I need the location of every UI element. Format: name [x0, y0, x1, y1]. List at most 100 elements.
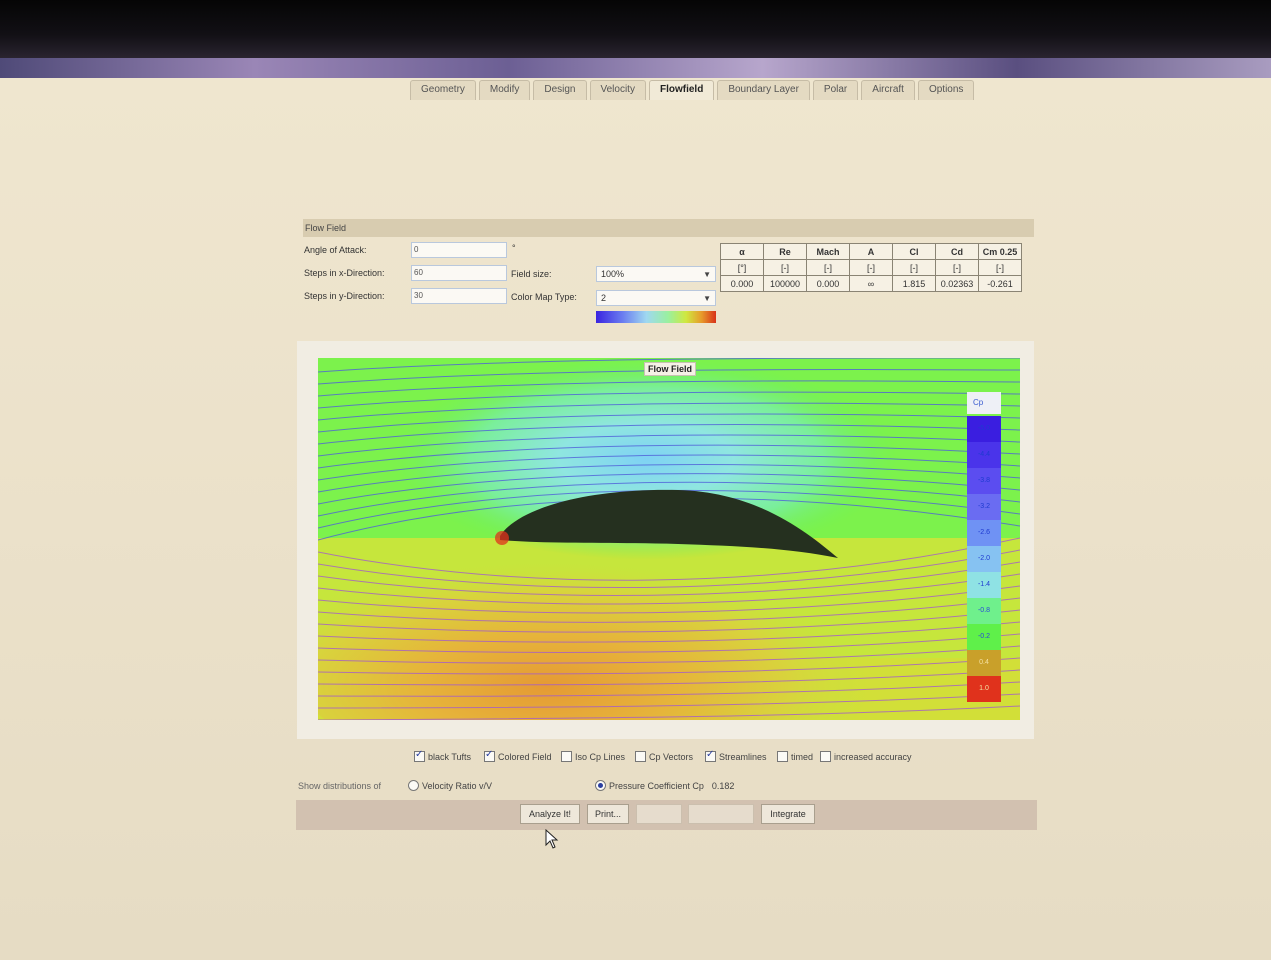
value-alpha: 0.000 — [720, 275, 764, 292]
colored-field-label: Colored Field — [498, 751, 552, 762]
velocity-ratio-radio[interactable] — [408, 780, 419, 791]
disabled-button — [636, 804, 682, 824]
color-map-preview — [596, 311, 716, 323]
analyze-button[interactable]: Analyze It! — [520, 804, 580, 824]
header-alpha: α — [720, 243, 764, 260]
velocity-ratio-option[interactable]: Velocity Ratio v/V — [408, 780, 492, 791]
desktop-wallpaper-strip — [0, 58, 1271, 78]
print-button[interactable]: Print... — [587, 804, 629, 824]
field-size-select[interactable]: 100% ▼ — [596, 266, 716, 282]
chevron-down-icon: ▼ — [703, 294, 711, 303]
value-mach: 0.000 — [806, 275, 850, 292]
value-cm: -0.261 — [978, 275, 1022, 292]
tab-bar: Geometry Modify Design Velocity Flowfiel… — [410, 80, 977, 100]
tab-flowfield[interactable]: Flowfield — [648, 80, 715, 100]
legend-cell: -3.8 — [967, 468, 1001, 494]
tab-design[interactable]: Design — [533, 80, 587, 100]
increased-accuracy-label: increased accuracy — [834, 751, 912, 762]
header-mach: Mach — [806, 243, 850, 260]
legend-cell: -3.2 — [967, 494, 1001, 520]
tab-boundary-layer[interactable]: Boundary Layer — [717, 80, 810, 100]
tab-aircraft[interactable]: Aircraft — [861, 80, 915, 100]
disabled-button — [688, 804, 754, 824]
black-tufts-checkbox[interactable] — [414, 749, 425, 762]
colored-field-checkbox[interactable] — [484, 749, 495, 762]
legend-cell: -2.6 — [967, 520, 1001, 546]
steps-x-label: Steps in x-Direction: — [304, 268, 385, 278]
stagnation-point — [495, 531, 509, 545]
colored-field-option[interactable]: Colored Field — [484, 749, 552, 762]
degree-unit: ° — [512, 243, 516, 253]
header-re: Re — [763, 243, 807, 260]
cp-vectors-label: Cp Vectors — [649, 751, 694, 762]
integrate-button[interactable]: Integrate — [761, 804, 815, 824]
timed-label: timed — [791, 751, 814, 762]
unit-mach: [-] — [806, 259, 850, 276]
timed-option[interactable]: timed — [777, 751, 813, 762]
cp-vectors-checkbox[interactable] — [635, 751, 646, 762]
steps-y-label: Steps in y-Direction: — [304, 291, 385, 301]
tab-modify[interactable]: Modify — [478, 80, 531, 100]
value-a: ∞ — [849, 275, 893, 292]
pressure-coefficient-value: 0.182 — [711, 780, 735, 791]
streamlines-option[interactable]: Streamlines — [705, 749, 767, 762]
legend-cell: -1.4 — [967, 572, 1001, 598]
steps-y-input[interactable]: 30 — [411, 288, 507, 304]
cp-vectors-option[interactable]: Cp Vectors — [635, 751, 693, 762]
legend-cell: 1.0 — [967, 676, 1001, 702]
angle-of-attack-input[interactable]: 0 — [411, 242, 507, 258]
monitor-bezel — [0, 0, 1271, 58]
distributions-label: Show distributions of — [298, 781, 382, 791]
pressure-coefficient-radio[interactable] — [595, 780, 606, 791]
results-units-row: [°] [-] [-] [-] [-] [-] [-] — [720, 259, 1022, 276]
black-tufts-label: black Tufts — [428, 751, 472, 762]
header-cl: Cl — [892, 243, 936, 260]
legend-cell: -2.0 — [967, 546, 1001, 572]
chevron-down-icon: ▼ — [703, 270, 711, 279]
iso-cp-lines-label: Iso Cp Lines — [575, 751, 626, 762]
unit-cl: [-] — [892, 259, 936, 276]
steps-x-input[interactable]: 60 — [411, 265, 507, 281]
velocity-ratio-label: Velocity Ratio v/V — [422, 780, 493, 791]
pressure-coefficient-label: Pressure Coefficient Cp — [609, 780, 704, 791]
header-cm: Cm 0.25 — [978, 243, 1022, 260]
plot-title: Flow Field — [644, 362, 696, 376]
color-map-type-select[interactable]: 2 ▼ — [596, 290, 716, 306]
legend-cell: -4.4 — [967, 442, 1001, 468]
legend-cell: -0.8 — [967, 598, 1001, 624]
header-a: A — [849, 243, 893, 260]
value-re: 100000 — [763, 275, 807, 292]
timed-checkbox[interactable] — [777, 751, 788, 762]
flow-field-canvas — [318, 358, 1020, 720]
color-map-type-value: 2 — [601, 293, 607, 303]
legend-cell: -0.2 — [967, 624, 1001, 650]
streamlines-label: Streamlines — [719, 751, 767, 762]
flow-field-plot[interactable] — [318, 358, 1020, 720]
color-map-type-label: Color Map Type: — [511, 292, 577, 302]
legend-cell: 0.4 — [967, 650, 1001, 676]
header-cd: Cd — [935, 243, 979, 260]
increased-accuracy-checkbox[interactable] — [820, 751, 831, 762]
tab-polar[interactable]: Polar — [812, 80, 859, 100]
pressure-coefficient-option[interactable]: Pressure Coefficient Cp 0.182 — [595, 780, 734, 791]
unit-alpha: [°] — [720, 259, 764, 276]
black-tufts-option[interactable]: black Tufts — [414, 749, 472, 762]
unit-a: [-] — [849, 259, 893, 276]
increased-accuracy-option[interactable]: increased accuracy — [820, 751, 912, 762]
panel-title: Flow Field — [303, 219, 1034, 237]
field-size-label: Field size: — [511, 269, 552, 279]
field-size-value: 100% — [601, 269, 625, 279]
results-table: α Re Mach A Cl Cd Cm 0.25 [°] [-] [-] [-… — [720, 243, 1022, 292]
tab-velocity[interactable]: Velocity — [589, 80, 646, 100]
results-values-row: 0.000 100000 0.000 ∞ 1.815 0.02363 -0.26… — [720, 275, 1022, 292]
tab-geometry[interactable]: Geometry — [410, 80, 476, 100]
tab-options[interactable]: Options — [917, 80, 975, 100]
unit-cd: [-] — [935, 259, 979, 276]
iso-cp-lines-checkbox[interactable] — [561, 751, 572, 762]
value-cd: 0.02363 — [935, 275, 979, 292]
legend-cell: -5.0 — [967, 416, 1001, 442]
unit-re: [-] — [763, 259, 807, 276]
iso-cp-lines-option[interactable]: Iso Cp Lines — [561, 751, 625, 762]
mouse-cursor-icon — [545, 829, 559, 849]
streamlines-checkbox[interactable] — [705, 749, 716, 762]
